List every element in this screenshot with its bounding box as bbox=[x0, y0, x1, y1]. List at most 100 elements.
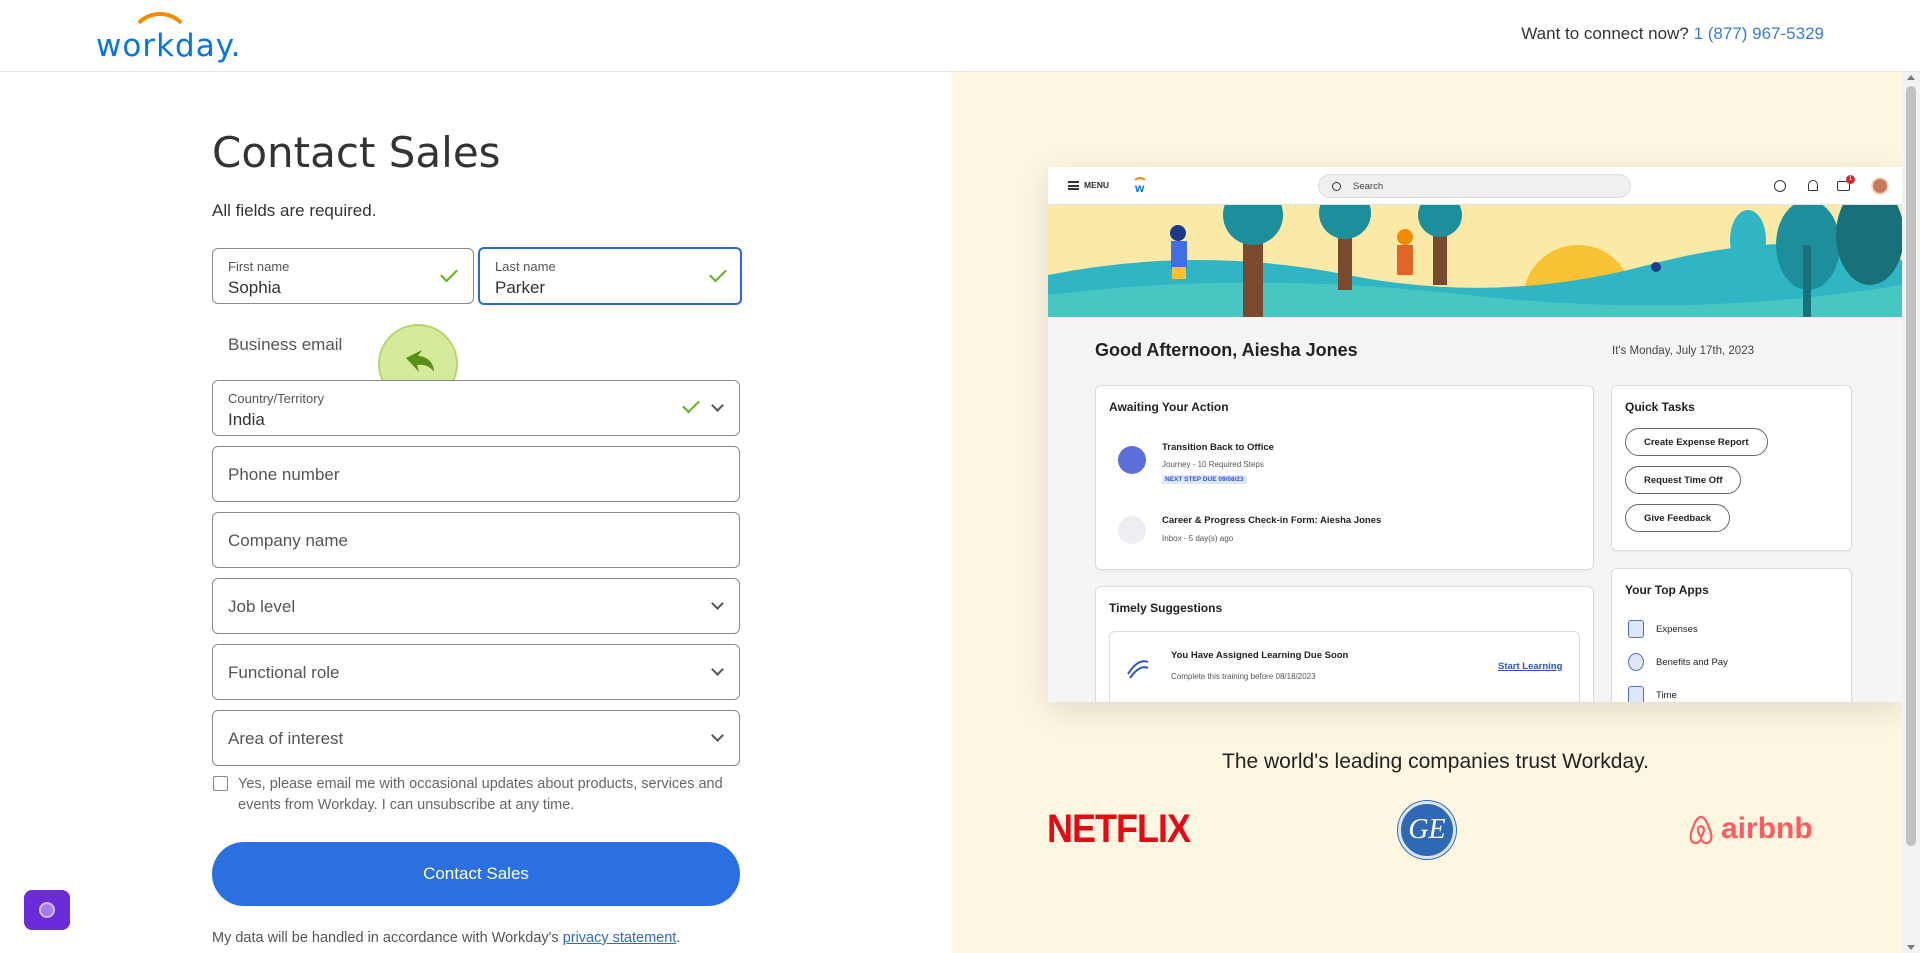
chevron-down-icon bbox=[711, 597, 724, 610]
preview-date: It's Monday, July 17th, 2023 bbox=[1612, 345, 1754, 357]
suggestion-item: You Have Assigned Learning Due Soon Comp… bbox=[1109, 631, 1580, 702]
awaiting-title: Awaiting Your Action bbox=[1109, 400, 1229, 414]
consent-checkbox[interactable] bbox=[213, 776, 228, 791]
notification-badge: 1 bbox=[1846, 175, 1855, 184]
search-icon bbox=[1332, 182, 1341, 191]
country-select[interactable]: Country/Territory India bbox=[212, 380, 740, 436]
inbox-tray-icon bbox=[1118, 516, 1146, 544]
airbnb-belo-icon bbox=[1689, 815, 1713, 845]
quick-tasks-title: Quick Tasks bbox=[1625, 400, 1695, 414]
connect-prompt: Want to connect now? 1 (877) 967-5329 bbox=[1521, 24, 1824, 44]
chat-widget-button[interactable] bbox=[24, 890, 70, 930]
country-value: India bbox=[228, 410, 265, 429]
logo-text: workday. bbox=[96, 28, 242, 64]
phone-link[interactable]: 1 (877) 967-5329 bbox=[1694, 24, 1824, 43]
awaiting-action-card: Awaiting Your Action Transition Back to … bbox=[1095, 385, 1594, 570]
area-of-interest-placeholder: Area of interest bbox=[228, 729, 344, 748]
hamburger-icon bbox=[1068, 181, 1079, 190]
valid-check-icon bbox=[709, 264, 727, 283]
preview-greeting: Good Afternoon, Aiesha Jones bbox=[1095, 340, 1358, 360]
due-tag: NEXT STEP DUE 09/08/23 bbox=[1162, 475, 1247, 484]
trust-headline: The world's leading companies trust Work… bbox=[1222, 750, 1649, 773]
expenses-icon bbox=[1628, 620, 1644, 638]
app-item: Expenses bbox=[1656, 624, 1698, 635]
scrollbar-thumb[interactable] bbox=[1906, 86, 1916, 846]
location-pin-icon bbox=[1118, 446, 1146, 474]
page-title: Contact Sales bbox=[212, 128, 501, 177]
preview-menu-label: MENU bbox=[1084, 180, 1110, 190]
company-placeholder: Company name bbox=[228, 531, 349, 550]
page-scrollbar[interactable] bbox=[1902, 72, 1920, 953]
preview-topbar: MENU w Search 1 bbox=[1048, 167, 1902, 205]
first-name-value: Sophia bbox=[228, 278, 281, 297]
learning-icon bbox=[1127, 660, 1149, 679]
required-note: All fields are required. bbox=[212, 201, 377, 220]
quick-task-button: Create Expense Report bbox=[1625, 428, 1768, 456]
benefits-icon bbox=[1628, 653, 1644, 671]
airbnb-wordmark: airbnb bbox=[1721, 812, 1813, 845]
task-title: Transition Back to Office bbox=[1162, 442, 1274, 453]
task-title: Career & Progress Check-in Form: Aiesha … bbox=[1162, 515, 1382, 526]
valid-check-icon bbox=[682, 395, 700, 414]
last-name-field[interactable]: Last name Parker bbox=[478, 247, 742, 305]
functional-role-placeholder: Functional role bbox=[228, 663, 340, 682]
preview-search-placeholder: Search bbox=[1353, 181, 1384, 192]
quick-task-button: Give Feedback bbox=[1625, 504, 1731, 532]
site-header: workday. Want to connect now? 1 (877) 96… bbox=[0, 0, 1920, 72]
top-apps-card: Your Top Apps Expenses Benefits and Pay … bbox=[1611, 568, 1852, 702]
contact-sales-button[interactable]: Contact Sales bbox=[212, 842, 740, 906]
business-email-field[interactable]: Business email bbox=[228, 335, 342, 355]
quick-tasks-card: Quick Tasks Create Expense Report Reques… bbox=[1611, 385, 1852, 551]
scroll-down-icon[interactable] bbox=[1907, 945, 1915, 950]
suggestion-sub: Complete this training before 08/18/2023 bbox=[1171, 672, 1316, 681]
app-item: Benefits and Pay bbox=[1656, 657, 1728, 668]
preview-search: Search bbox=[1318, 174, 1631, 198]
privacy-suffix: . bbox=[676, 930, 681, 946]
first-name-label: First name bbox=[228, 259, 290, 274]
first-name-field[interactable]: First name Sophia bbox=[212, 248, 474, 304]
chat-icon bbox=[39, 902, 55, 918]
connect-label: Want to connect now? bbox=[1521, 24, 1689, 43]
top-apps-title: Your Top Apps bbox=[1625, 583, 1709, 597]
scroll-up-icon[interactable] bbox=[1907, 75, 1915, 80]
valid-check-icon bbox=[440, 264, 458, 283]
chevron-down-icon bbox=[711, 663, 724, 676]
app-item: Time bbox=[1656, 690, 1677, 701]
start-learning-link: Start Learning bbox=[1498, 661, 1563, 672]
task-sub: Inbox - 5 day(s) ago bbox=[1162, 534, 1234, 543]
job-level-placeholder: Job level bbox=[228, 597, 296, 616]
airbnb-logo: airbnb bbox=[1687, 812, 1813, 846]
time-icon bbox=[1628, 686, 1644, 702]
privacy-statement-link[interactable]: privacy statement bbox=[563, 930, 677, 946]
suggestion-title: You Have Assigned Learning Due Soon bbox=[1171, 650, 1349, 661]
area-of-interest-select[interactable]: Area of interest bbox=[212, 710, 740, 766]
chat-icon bbox=[1774, 180, 1786, 192]
task-sub: Journey - 10 Required Steps bbox=[1162, 460, 1264, 469]
workday-w-icon: w bbox=[1132, 177, 1148, 195]
workday-logo[interactable]: workday. bbox=[96, 10, 240, 64]
chevron-down-icon bbox=[711, 399, 724, 412]
job-level-select[interactable]: Job level bbox=[212, 578, 740, 634]
last-name-value: Parker bbox=[495, 278, 546, 297]
ge-logo: GE bbox=[1398, 801, 1456, 859]
contact-form-panel: Contact Sales All fields are required. F… bbox=[0, 72, 952, 953]
company-name-field[interactable]: Company name bbox=[212, 512, 740, 568]
privacy-note: My data will be handled in accordance wi… bbox=[212, 930, 680, 946]
preview-banner-illustration bbox=[1048, 205, 1902, 317]
cursor-arrow-icon bbox=[406, 350, 434, 372]
avatar bbox=[1871, 177, 1889, 195]
privacy-prefix: My data will be handled in accordance wi… bbox=[212, 930, 559, 946]
timely-title: Timely Suggestions bbox=[1109, 601, 1223, 615]
quick-task-button: Request Time Off bbox=[1625, 466, 1742, 494]
netflix-logo: NETFLIX bbox=[1047, 805, 1191, 851]
timely-suggestions-card: Timely Suggestions You Have Assigned Lea… bbox=[1095, 586, 1594, 702]
country-label: Country/Territory bbox=[228, 391, 325, 406]
workday-app-preview: MENU w Search 1 Good Afternoon, Aiesha J… bbox=[1048, 167, 1902, 702]
functional-role-select[interactable]: Functional role bbox=[212, 644, 740, 700]
phone-placeholder: Phone number bbox=[228, 465, 340, 484]
phone-number-field[interactable]: Phone number bbox=[212, 446, 740, 502]
consent-text: Yes, please email me with occasional upd… bbox=[238, 776, 723, 813]
bell-icon bbox=[1808, 180, 1818, 191]
chevron-down-icon bbox=[711, 729, 724, 742]
last-name-label: Last name bbox=[495, 259, 556, 274]
